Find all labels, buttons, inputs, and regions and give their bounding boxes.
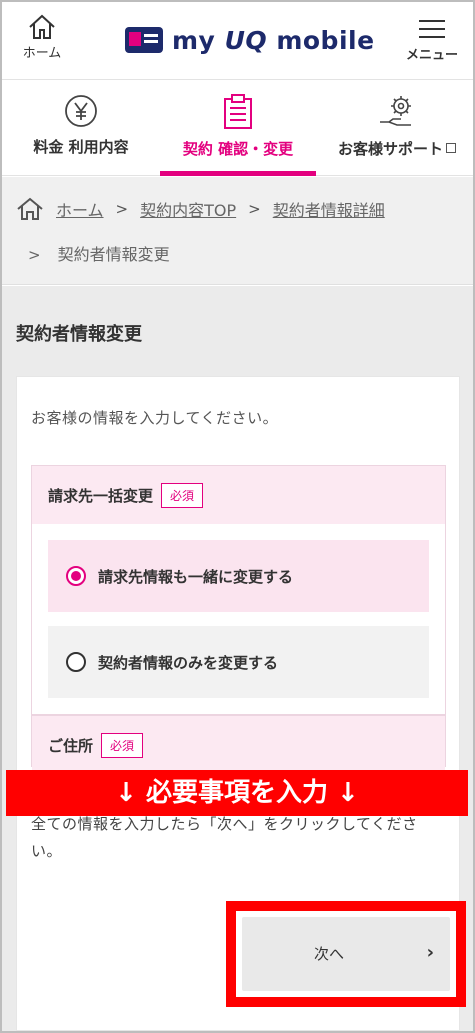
radio-unselected[interactable] bbox=[66, 652, 86, 672]
address-section: ご住所 必須 bbox=[31, 715, 446, 774]
home-label: ホーム bbox=[22, 46, 62, 61]
required-badge: 必須 bbox=[101, 732, 144, 758]
breadcrumb-contract-top-link[interactable]: 契約内容TOP bbox=[140, 197, 236, 221]
breadcrumb: ホーム > 契約内容TOP > 契約者情報詳細 > 契約者情報変更 bbox=[2, 177, 473, 285]
option-label: 請求先情報も一緒に変更する bbox=[98, 567, 294, 586]
breadcrumb-separator: > bbox=[115, 200, 129, 218]
gear-hand-icon bbox=[380, 96, 411, 126]
billing-change-section: 請求先一括変更 必須 請求先情報も一緒に変更する 契約者情報のみを変更する bbox=[31, 465, 446, 715]
next-button-label: 次へ bbox=[314, 945, 345, 963]
tab-support-label: お客様サポート bbox=[322, 138, 472, 159]
tab-contract[interactable]: 契約 確認・変更 bbox=[160, 80, 316, 176]
menu-label: メニュー bbox=[405, 48, 458, 63]
billing-section-title: 請求先一括変更 bbox=[48, 486, 154, 505]
tab-contract-label: 契約 確認・変更 bbox=[182, 140, 294, 158]
billing-option-change-together[interactable]: 請求先情報も一緒に変更する bbox=[48, 540, 429, 612]
id-card-icon bbox=[125, 27, 163, 53]
external-link-icon bbox=[446, 143, 456, 153]
app-header: ホーム my UQ mobile メニュー bbox=[2, 2, 473, 80]
main-nav: 料金 利用内容 契約 確認・変更 お客様サポート bbox=[2, 80, 473, 176]
breadcrumb-home-icon bbox=[17, 197, 43, 220]
next-button[interactable]: 次へ › bbox=[242, 917, 450, 991]
page-title: 契約者情報変更 bbox=[16, 324, 142, 345]
chevron-right-icon: › bbox=[426, 942, 434, 963]
next-button-highlight: 次へ › bbox=[226, 901, 466, 1007]
intro-text: お客様の情報を入力してください。 bbox=[31, 409, 279, 427]
logo-text: my UQ mobile bbox=[172, 25, 375, 55]
tab-support[interactable]: お客様サポート bbox=[322, 80, 472, 176]
breadcrumb-separator: > bbox=[248, 200, 261, 218]
required-badge: 必須 bbox=[161, 482, 204, 508]
yen-coin-icon bbox=[65, 95, 97, 127]
option-label: 契約者情報のみを変更する bbox=[98, 653, 279, 672]
radio-selected[interactable] bbox=[66, 566, 86, 586]
breadcrumb-contractor-detail-link[interactable]: 契約者情報詳細 bbox=[273, 197, 385, 221]
breadcrumb-home-link[interactable]: ホーム bbox=[56, 197, 104, 221]
breadcrumb-separator: > bbox=[28, 246, 41, 264]
tab-fee-label: 料金 利用内容 bbox=[33, 138, 129, 156]
home-icon bbox=[29, 14, 55, 39]
billing-option-contractor-only[interactable]: 契約者情報のみを変更する bbox=[48, 626, 429, 698]
menu-button[interactable]: メニュー bbox=[397, 10, 467, 72]
breadcrumb-current: 契約者情報変更 bbox=[57, 245, 170, 264]
clipboard-icon bbox=[224, 94, 252, 129]
notice-text: 全ての情報を入力したら「次へ」をクリックしてください。 bbox=[31, 815, 418, 860]
address-section-title: ご住所 bbox=[48, 736, 94, 755]
annotation-banner: ↓ 必要事項を入力 ↓ bbox=[6, 770, 468, 816]
hamburger-icon bbox=[419, 20, 445, 38]
billing-section-header: 請求先一括変更 必須 bbox=[32, 466, 445, 524]
address-section-header: ご住所 必須 bbox=[32, 716, 445, 774]
my-uq-mobile-logo[interactable]: my UQ mobile bbox=[124, 20, 375, 60]
home-button[interactable]: ホーム bbox=[12, 10, 72, 72]
tab-fee-usage[interactable]: 料金 利用内容 bbox=[10, 80, 152, 176]
